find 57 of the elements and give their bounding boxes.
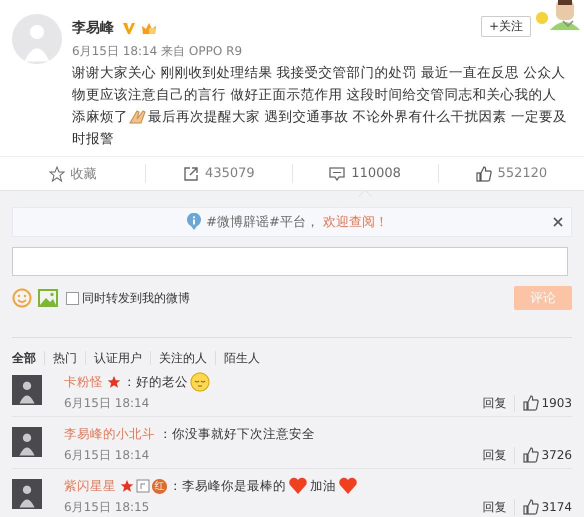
action-button[interactable]: 552120 [438, 164, 584, 183]
like-button[interactable]: 3726 [523, 447, 572, 463]
image-icon [38, 289, 58, 307]
post-text: 谢谢大家关心 刚刚收到处理结果 我接受交管部门的处罚 最近一直在反思 公众人物更应该注意自己的言行 做好正面示范作用 这段时间给交管同志和关心我的人 [72, 65, 566, 103]
star-icon [107, 375, 121, 389]
star-icon [120, 479, 134, 493]
heart-icon [288, 476, 308, 496]
badge-icon: 红 [152, 478, 167, 494]
square-icon [136, 479, 150, 493]
reply-link[interactable]: 回复 [482, 446, 516, 464]
author-name[interactable]: 李易峰 [72, 19, 114, 37]
avatar-icon [12, 375, 42, 405]
action-button[interactable]: 收藏 [0, 164, 146, 183]
thumbs-up-icon [523, 499, 540, 515]
thumbs-up-icon [523, 447, 540, 463]
post-text: 添麻烦了 [72, 108, 128, 127]
smiley-icon [12, 288, 32, 308]
avatar-icon [12, 14, 62, 64]
filter-tab[interactable]: 陌生人 [215, 351, 268, 365]
post-meta: 6月15日 18:14 来自 OPPO R9 [72, 43, 244, 60]
like-button[interactable]: 3174 [523, 499, 572, 515]
reply-link[interactable]: 回复 [482, 498, 516, 516]
follow-button[interactable]: +关注 [481, 16, 531, 37]
like-button[interactable]: 1903 [523, 395, 572, 411]
share-icon [183, 166, 200, 182]
avatar-icon [12, 427, 42, 457]
thumbs-up-icon [476, 166, 492, 182]
verified-icon [122, 21, 136, 35]
comment-time: 6月15日 18:14 [64, 394, 150, 412]
reply-link[interactable]: 回复 [482, 394, 516, 412]
close-icon [553, 217, 563, 227]
checkbox-label: 同时转发到我的微博 [82, 290, 190, 306]
filter-tab[interactable]: 关注的人 [150, 351, 215, 365]
post-text: 最后再次提醒大家 遇到交通事故 不论外界有什么干扰因素 一定要及 [148, 108, 567, 127]
avatar-icon [12, 479, 42, 509]
info-icon [186, 213, 202, 231]
star-icon [48, 166, 65, 182]
comment-text: ：你没事就好下次注意安全 [159, 426, 315, 442]
action-button[interactable]: 435079 [145, 164, 292, 183]
smiley-icon [190, 372, 210, 392]
comment-text: 加油 [310, 478, 336, 494]
comment-icon [329, 166, 346, 182]
filter-tab[interactable]: 热门 [44, 351, 85, 365]
comment-text: ：李易峰你是最棒的 [169, 478, 286, 494]
comment-text: ：好的老公 [123, 374, 188, 390]
notice-text: #微博辟谣#平台， [206, 214, 319, 231]
comment-time: 6月15日 18:15 [64, 498, 150, 516]
heart-icon [338, 476, 358, 496]
filter-tab[interactable]: 全部 [12, 351, 44, 365]
comment-field[interactable] [12, 247, 568, 276]
thumbs-up-icon [523, 395, 540, 411]
chevron-icon [562, 20, 574, 28]
comment-time: 6月15日 18:14 [64, 446, 150, 464]
action-button[interactable]: 110008 [292, 164, 438, 183]
post-text: 时报警 [72, 130, 114, 149]
checkbox[interactable] [66, 292, 79, 304]
filter-tab[interactable]: 认证用户 [85, 351, 150, 365]
